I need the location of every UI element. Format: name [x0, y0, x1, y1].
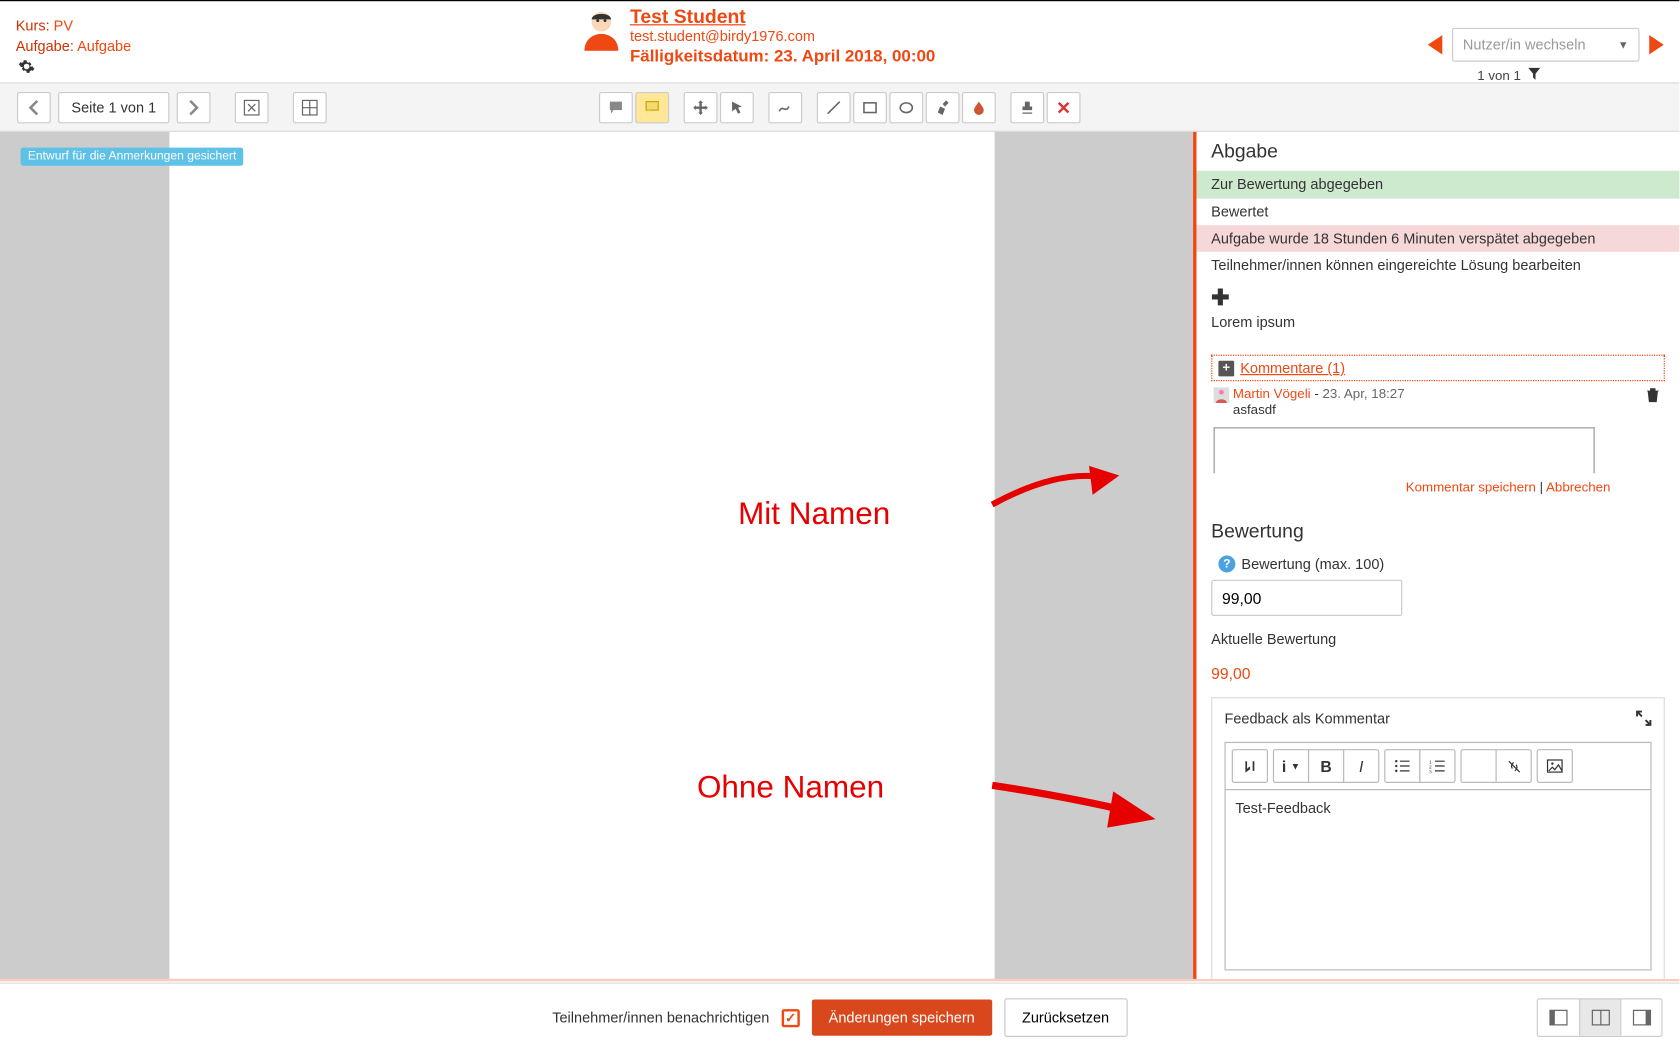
- avatar: [580, 7, 624, 51]
- next-user-button[interactable]: [1649, 35, 1664, 54]
- current-grade-value: 99,00: [1211, 664, 1665, 682]
- plus-icon: +: [1218, 360, 1234, 376]
- editor-toggle-button[interactable]: [1232, 749, 1268, 783]
- save-button[interactable]: Änderungen speichern: [812, 999, 992, 1035]
- save-comment-link[interactable]: Kommentar speichern: [1406, 480, 1536, 495]
- delete-tool[interactable]: [1047, 91, 1081, 122]
- feedback-editor[interactable]: Test-Feedback: [1225, 789, 1652, 971]
- gear-icon[interactable]: [18, 58, 35, 79]
- task-link[interactable]: Aufgabe: [77, 37, 131, 54]
- pen-tool[interactable]: [768, 91, 802, 122]
- number-list-button[interactable]: 123: [1419, 749, 1455, 783]
- grade-label: Bewertung (max. 100): [1241, 555, 1384, 572]
- comment-tool[interactable]: [599, 91, 633, 122]
- comment-date: 23. Apr, 18:27: [1323, 387, 1405, 402]
- stamp-tool[interactable]: [1010, 91, 1044, 122]
- drag-tool[interactable]: [684, 91, 718, 122]
- annotation-mit-namen: Mit Namen: [738, 495, 890, 533]
- filter-icon[interactable]: [1528, 68, 1540, 84]
- page-indicator: Seite 1 von 1: [58, 91, 169, 122]
- status-graded: Bewertet: [1197, 198, 1680, 225]
- header-left: Kurs: PV Aufgabe: Aufgabe: [16, 16, 131, 57]
- arrow-icon: [986, 456, 1131, 517]
- comment-body: asfasdf: [1233, 403, 1665, 418]
- draft-saved-badge: Entwurf für die Anmerkungen gesichert: [21, 148, 244, 166]
- prev-user-button[interactable]: [1428, 35, 1443, 54]
- status-submitted: Zur Bewertung abgegeben: [1197, 171, 1680, 199]
- document-page: [169, 132, 994, 979]
- bold-button[interactable]: B: [1308, 749, 1344, 783]
- toolbar: Seite 1 von 1: [0, 82, 1679, 132]
- comments-toggle[interactable]: + Kommentare (1): [1211, 355, 1665, 382]
- status-editable: Teilnehmer/innen können eingereichte Lös…: [1211, 252, 1665, 279]
- next-page-button[interactable]: [177, 91, 211, 122]
- layout-both-button[interactable]: [1579, 999, 1620, 1035]
- user-switch-placeholder: Nutzer/in wechseln: [1463, 36, 1586, 53]
- expand-comments-button[interactable]: [293, 91, 327, 122]
- comments-link[interactable]: Kommentare (1): [1240, 359, 1345, 376]
- footer: Teilnehmer/innen benachrichtigen ✓ Änder…: [0, 984, 1679, 1047]
- editor-toolbar: i ▼ B I 123: [1225, 742, 1652, 789]
- comment-input[interactable]: [1214, 427, 1595, 473]
- grading-heading: Bewertung: [1211, 522, 1665, 544]
- delete-comment-button[interactable]: [1646, 387, 1661, 406]
- select-tool[interactable]: [720, 91, 754, 122]
- svg-text:3: 3: [1429, 769, 1432, 773]
- user-switch-select[interactable]: Nutzer/in wechseln ▼: [1452, 28, 1640, 62]
- right-panel: Abgabe Zur Bewertung abgegeben Bewertet …: [1193, 132, 1679, 979]
- due-date: Fälligkeitsdatum: 23. April 2018, 00:00: [630, 46, 935, 65]
- comment-tool-active[interactable]: [635, 91, 669, 122]
- reset-button[interactable]: Zurücksetzen: [1004, 998, 1127, 1037]
- bullet-list-button[interactable]: [1384, 749, 1420, 783]
- line-tool[interactable]: [817, 91, 851, 122]
- link-button[interactable]: [1460, 749, 1496, 783]
- notify-label: Teilnehmer/innen benachrichtigen: [552, 1009, 769, 1026]
- rectangle-tool[interactable]: [853, 91, 887, 122]
- layout-left-button[interactable]: [1538, 999, 1579, 1035]
- color-tool[interactable]: [962, 91, 996, 122]
- font-size-button[interactable]: i ▼: [1273, 749, 1309, 783]
- collapse-comments-button[interactable]: [235, 91, 269, 122]
- italic-button[interactable]: I: [1343, 749, 1379, 783]
- task-label: Aufgabe:: [16, 37, 77, 54]
- oval-tool[interactable]: [889, 91, 923, 122]
- student-email[interactable]: test.student@birdy1976.com: [630, 28, 935, 45]
- help-icon[interactable]: ?: [1218, 555, 1235, 572]
- feedback-box: Feedback als Kommentar i ▼ B I 123: [1211, 697, 1665, 979]
- user-count: 1 von 1: [1477, 68, 1540, 84]
- layout-buttons: [1537, 998, 1663, 1037]
- feedback-label: Feedback als Kommentar: [1225, 710, 1652, 727]
- expand-icon[interactable]: [1636, 710, 1652, 729]
- highlight-tool[interactable]: [926, 91, 960, 122]
- course-label: Kurs:: [16, 17, 54, 34]
- comment-entry: Martin Vögeli - 23. Apr, 18:27 asfasdf: [1211, 387, 1665, 417]
- document-area[interactable]: Entwurf für die Anmerkungen gesichert Mi…: [0, 132, 1193, 979]
- header-right: Nutzer/in wechseln ▼: [1428, 28, 1664, 62]
- notify-checkbox[interactable]: ✓: [781, 1009, 799, 1027]
- unlink-button[interactable]: [1496, 749, 1532, 783]
- prev-page-button[interactable]: [17, 91, 51, 122]
- header-center: Test Student test.student@birdy1976.com …: [580, 7, 936, 65]
- header: Kurs: PV Aufgabe: Aufgabe Test Student t…: [0, 0, 1679, 82]
- course-link[interactable]: PV: [54, 17, 73, 34]
- submission-heading: Abgabe: [1211, 142, 1665, 164]
- comment-user[interactable]: Martin Vögeli: [1233, 387, 1311, 402]
- student-name[interactable]: Test Student: [630, 7, 746, 28]
- image-button[interactable]: [1537, 749, 1573, 783]
- expand-submission-button[interactable]: ✚: [1211, 286, 1665, 311]
- layout-right-button[interactable]: [1620, 999, 1661, 1035]
- chevron-down-icon: ▼: [1618, 39, 1629, 51]
- current-grade-label: Aktuelle Bewertung: [1211, 630, 1665, 647]
- grade-input[interactable]: [1211, 580, 1402, 616]
- cancel-comment-link[interactable]: Abbrechen: [1546, 480, 1610, 495]
- submission-text: Lorem ipsum: [1211, 313, 1665, 330]
- arrow-icon: [986, 761, 1161, 834]
- status-late: Aufgabe wurde 18 Stunden 6 Minuten versp…: [1197, 225, 1680, 252]
- user-icon: [1214, 387, 1230, 403]
- annotation-ohne-namen: Ohne Namen: [697, 768, 884, 806]
